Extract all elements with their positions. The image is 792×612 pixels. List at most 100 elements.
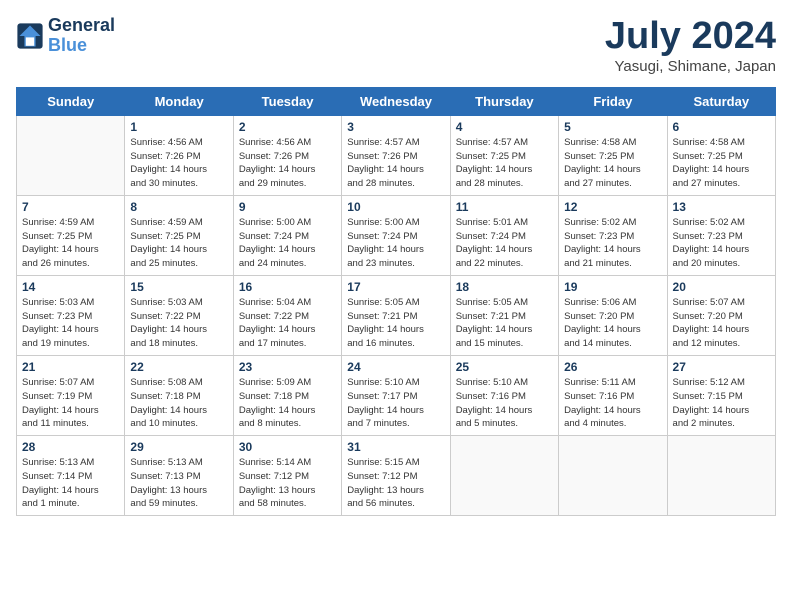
day-info: Sunrise: 5:00 AM Sunset: 7:24 PM Dayligh… <box>239 216 336 271</box>
calendar-cell: 10 Sunrise: 5:00 AM Sunset: 7:24 PM Dayli… <box>342 195 450 275</box>
week-row-4: 21 Sunrise: 5:07 AM Sunset: 7:19 PM Dayli… <box>17 355 776 435</box>
day-info: Sunrise: 5:02 AM Sunset: 7:23 PM Dayligh… <box>673 216 770 271</box>
day-info: Sunrise: 4:56 AM Sunset: 7:26 PM Dayligh… <box>130 136 227 191</box>
day-number: 15 <box>130 280 227 294</box>
calendar-cell: 6Sunrise: 4:58 AM Sunset: 7:25 PM Daylig… <box>667 115 775 195</box>
calendar-cell <box>450 436 558 516</box>
calendar-cell: 23 Sunrise: 5:09 AM Sunset: 7:18 PM Dayli… <box>233 355 341 435</box>
week-row-3: 14Sunrise: 5:03 AM Sunset: 7:23 PM Dayli… <box>17 275 776 355</box>
week-row-2: 7 Sunrise: 4:59 AM Sunset: 7:25 PM Daylig… <box>17 195 776 275</box>
calendar-cell: 1 Sunrise: 4:56 AM Sunset: 7:26 PM Daylig… <box>125 115 233 195</box>
day-info: Sunrise: 5:05 AM Sunset: 7:21 PM Dayligh… <box>456 296 553 351</box>
day-number: 23 <box>239 360 336 374</box>
calendar-cell: 26 Sunrise: 5:11 AM Sunset: 7:16 PM Dayli… <box>559 355 667 435</box>
day-number: 26 <box>564 360 661 374</box>
col-header-friday: Friday <box>559 87 667 115</box>
day-info: Sunrise: 5:11 AM Sunset: 7:16 PM Dayligh… <box>564 376 661 431</box>
day-number: 9 <box>239 200 336 214</box>
calendar-cell: 25 Sunrise: 5:10 AM Sunset: 7:16 PM Dayli… <box>450 355 558 435</box>
logo-line2: Blue <box>48 36 115 56</box>
day-number: 4 <box>456 120 553 134</box>
location: Yasugi, Shimane, Japan <box>605 58 776 75</box>
day-number: 22 <box>130 360 227 374</box>
day-info: Sunrise: 5:07 AM Sunset: 7:19 PM Dayligh… <box>22 376 119 431</box>
day-info: Sunrise: 4:59 AM Sunset: 7:25 PM Dayligh… <box>22 216 119 271</box>
day-info: Sunrise: 5:07 AM Sunset: 7:20 PM Dayligh… <box>673 296 770 351</box>
day-number: 17 <box>347 280 444 294</box>
calendar-cell: 4 Sunrise: 4:57 AM Sunset: 7:25 PM Daylig… <box>450 115 558 195</box>
calendar-cell: 2 Sunrise: 4:56 AM Sunset: 7:26 PM Daylig… <box>233 115 341 195</box>
month-title: July 2024 <box>605 16 776 58</box>
day-info: Sunrise: 5:14 AM Sunset: 7:12 PM Dayligh… <box>239 456 336 511</box>
calendar-cell: 31Sunrise: 5:15 AM Sunset: 7:12 PM Dayli… <box>342 436 450 516</box>
col-header-monday: Monday <box>125 87 233 115</box>
calendar-cell: 19 Sunrise: 5:06 AM Sunset: 7:20 PM Dayli… <box>559 275 667 355</box>
day-info: Sunrise: 5:00 AM Sunset: 7:24 PM Dayligh… <box>347 216 444 271</box>
day-info: Sunrise: 5:15 AM Sunset: 7:12 PM Dayligh… <box>347 456 444 511</box>
day-info: Sunrise: 5:02 AM Sunset: 7:23 PM Dayligh… <box>564 216 661 271</box>
logo: General Blue <box>16 16 115 56</box>
day-info: Sunrise: 4:57 AM Sunset: 7:26 PM Dayligh… <box>347 136 444 191</box>
logo-icon <box>16 22 44 50</box>
calendar-header-row: SundayMondayTuesdayWednesdayThursdayFrid… <box>17 87 776 115</box>
day-number: 20 <box>673 280 770 294</box>
day-info: Sunrise: 5:10 AM Sunset: 7:16 PM Dayligh… <box>456 376 553 431</box>
day-info: Sunrise: 5:13 AM Sunset: 7:14 PM Dayligh… <box>22 456 119 511</box>
logo-line1: General <box>48 16 115 36</box>
col-header-wednesday: Wednesday <box>342 87 450 115</box>
calendar-cell: 7 Sunrise: 4:59 AM Sunset: 7:25 PM Daylig… <box>17 195 125 275</box>
day-number: 18 <box>456 280 553 294</box>
day-info: Sunrise: 5:09 AM Sunset: 7:18 PM Dayligh… <box>239 376 336 431</box>
day-info: Sunrise: 5:08 AM Sunset: 7:18 PM Dayligh… <box>130 376 227 431</box>
day-info: Sunrise: 4:56 AM Sunset: 7:26 PM Dayligh… <box>239 136 336 191</box>
calendar-cell: 11Sunrise: 5:01 AM Sunset: 7:24 PM Dayli… <box>450 195 558 275</box>
calendar-cell: 21 Sunrise: 5:07 AM Sunset: 7:19 PM Dayli… <box>17 355 125 435</box>
day-number: 19 <box>564 280 661 294</box>
day-number: 13 <box>673 200 770 214</box>
calendar-cell: 28 Sunrise: 5:13 AM Sunset: 7:14 PM Dayli… <box>17 436 125 516</box>
calendar-cell: 5 Sunrise: 4:58 AM Sunset: 7:25 PM Daylig… <box>559 115 667 195</box>
day-number: 24 <box>347 360 444 374</box>
page-header: General Blue July 2024 Yasugi, Shimane, … <box>16 16 776 75</box>
day-number: 16 <box>239 280 336 294</box>
calendar-cell: 13 Sunrise: 5:02 AM Sunset: 7:23 PM Dayli… <box>667 195 775 275</box>
calendar-cell <box>17 115 125 195</box>
calendar-cell: 15Sunrise: 5:03 AM Sunset: 7:22 PM Dayli… <box>125 275 233 355</box>
day-number: 12 <box>564 200 661 214</box>
day-info: Sunrise: 4:57 AM Sunset: 7:25 PM Dayligh… <box>456 136 553 191</box>
calendar-cell: 12 Sunrise: 5:02 AM Sunset: 7:23 PM Dayli… <box>559 195 667 275</box>
day-info: Sunrise: 5:13 AM Sunset: 7:13 PM Dayligh… <box>130 456 227 511</box>
day-number: 5 <box>564 120 661 134</box>
day-info: Sunrise: 5:01 AM Sunset: 7:24 PM Dayligh… <box>456 216 553 271</box>
calendar-cell: 20 Sunrise: 5:07 AM Sunset: 7:20 PM Dayli… <box>667 275 775 355</box>
day-number: 8 <box>130 200 227 214</box>
calendar-cell: 18 Sunrise: 5:05 AM Sunset: 7:21 PM Dayli… <box>450 275 558 355</box>
day-number: 29 <box>130 440 227 454</box>
day-number: 10 <box>347 200 444 214</box>
day-info: Sunrise: 5:05 AM Sunset: 7:21 PM Dayligh… <box>347 296 444 351</box>
day-info: Sunrise: 4:59 AM Sunset: 7:25 PM Dayligh… <box>130 216 227 271</box>
day-number: 28 <box>22 440 119 454</box>
day-info: Sunrise: 4:58 AM Sunset: 7:25 PM Dayligh… <box>564 136 661 191</box>
day-info: Sunrise: 4:58 AM Sunset: 7:25 PM Dayligh… <box>673 136 770 191</box>
calendar-cell: 3 Sunrise: 4:57 AM Sunset: 7:26 PM Daylig… <box>342 115 450 195</box>
day-number: 7 <box>22 200 119 214</box>
day-number: 27 <box>673 360 770 374</box>
calendar-cell: 16Sunrise: 5:04 AM Sunset: 7:22 PM Dayli… <box>233 275 341 355</box>
calendar-cell: 24 Sunrise: 5:10 AM Sunset: 7:17 PM Dayli… <box>342 355 450 435</box>
calendar-cell: 27Sunrise: 5:12 AM Sunset: 7:15 PM Dayli… <box>667 355 775 435</box>
day-number: 2 <box>239 120 336 134</box>
day-info: Sunrise: 5:06 AM Sunset: 7:20 PM Dayligh… <box>564 296 661 351</box>
calendar-cell <box>559 436 667 516</box>
day-info: Sunrise: 5:10 AM Sunset: 7:17 PM Dayligh… <box>347 376 444 431</box>
title-block: July 2024 Yasugi, Shimane, Japan <box>605 16 776 75</box>
day-number: 30 <box>239 440 336 454</box>
day-number: 21 <box>22 360 119 374</box>
day-number: 3 <box>347 120 444 134</box>
calendar-cell: 14Sunrise: 5:03 AM Sunset: 7:23 PM Dayli… <box>17 275 125 355</box>
day-number: 1 <box>130 120 227 134</box>
day-number: 25 <box>456 360 553 374</box>
logo-text: General Blue <box>48 16 115 56</box>
calendar-cell <box>667 436 775 516</box>
calendar-cell: 17 Sunrise: 5:05 AM Sunset: 7:21 PM Dayli… <box>342 275 450 355</box>
